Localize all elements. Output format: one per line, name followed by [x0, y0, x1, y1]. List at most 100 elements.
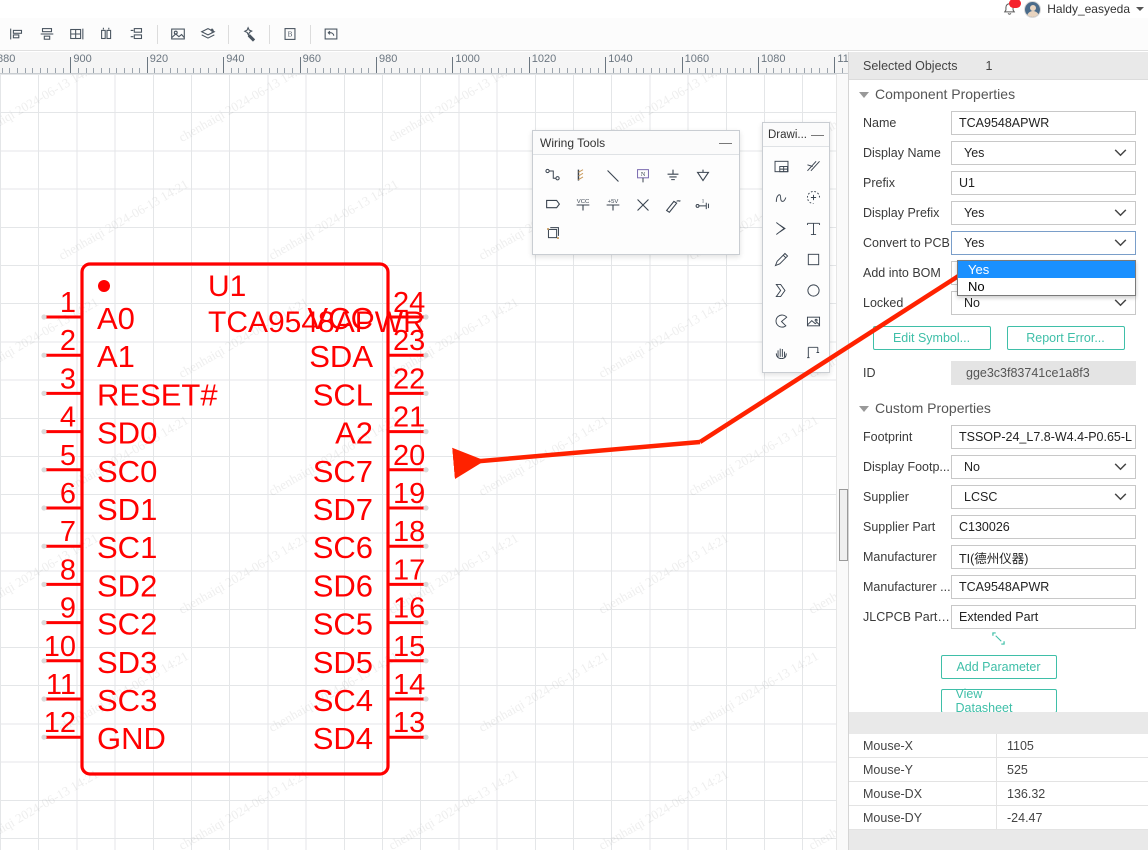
minimize-icon[interactable]: — [719, 136, 732, 149]
polyline-icon[interactable] [797, 151, 829, 182]
ruler-tick-minor [482, 68, 484, 73]
arc-icon[interactable] [797, 182, 829, 213]
property-label: Add into BOM [863, 266, 941, 280]
custom-property-value[interactable]: TI(德州仪器) [951, 545, 1136, 569]
canvas-vertical-scrollbar[interactable] [836, 74, 848, 850]
edit-symbol-button[interactable]: Edit Symbol... [872, 326, 991, 350]
collapse-triangle-icon[interactable] [859, 92, 869, 98]
add-parameter-button[interactable]: Add Parameter [940, 655, 1057, 679]
property-text: Yes [964, 146, 985, 160]
custom-property-value[interactable]: C130026 [951, 515, 1136, 539]
wiring-tools-header[interactable]: Wiring Tools — [533, 131, 739, 155]
wiring-tools-panel[interactable]: Wiring Tools — N VCC +5V 1 [532, 130, 740, 255]
dimension-icon[interactable] [797, 337, 829, 368]
ruler-tick-minor [116, 68, 118, 73]
wire-icon[interactable] [538, 161, 568, 190]
property-label: Locked [863, 296, 904, 310]
ruler-tick-minor [505, 68, 507, 73]
distribute-horizontal-icon[interactable] [92, 21, 122, 47]
polygon-open-icon[interactable] [765, 213, 797, 244]
custom-property-row: Manufacturer TI(德州仪器) [849, 542, 1148, 572]
sheet-symbol-icon[interactable] [538, 219, 568, 248]
distribute-vertical-icon[interactable] [122, 21, 152, 47]
image-insert-icon[interactable] [163, 21, 193, 47]
dropdown-option-no[interactable]: No [958, 278, 1135, 295]
avatar[interactable] [1024, 0, 1042, 18]
chevron-down-icon[interactable] [1114, 463, 1127, 471]
expand-icon[interactable] [992, 632, 1005, 645]
custom-property-label: Supplier [863, 490, 909, 504]
scrollbar-thumb[interactable] [839, 489, 848, 561]
pin-number-left: 2 [60, 325, 76, 357]
pie-icon[interactable] [765, 306, 797, 337]
ruler-tick-minor [735, 68, 737, 73]
line-icon[interactable] [598, 161, 628, 190]
bom-icon[interactable]: B [275, 21, 305, 47]
property-value[interactable]: Yes [951, 231, 1136, 255]
drawing-tools-panel[interactable]: Drawi... — [762, 122, 830, 373]
netflag-icon[interactable] [688, 161, 718, 190]
pin-label-right: SD4 [313, 721, 373, 756]
no-connect-icon[interactable] [628, 190, 658, 219]
ruler-tick-minor [582, 68, 584, 73]
minimize-icon[interactable]: — [811, 128, 824, 141]
property-value[interactable]: U1 [951, 171, 1136, 195]
property-value[interactable]: Yes [951, 141, 1136, 165]
custom-property-value[interactable]: TSSOP-24_L7.8-W4.4-P0.65-L [951, 425, 1136, 449]
netlabel-icon[interactable]: N [628, 161, 658, 190]
align-left-icon[interactable] [2, 21, 32, 47]
gnd-icon[interactable] [658, 161, 688, 190]
folder-back-icon[interactable] [316, 21, 346, 47]
horizontal-ruler[interactable]: 880 900 920 940 960 980 1000 1020 1040 1060 1080 11… [0, 52, 848, 74]
vcc-icon[interactable]: VCC [568, 190, 598, 219]
image-icon[interactable] [797, 306, 829, 337]
chevron-down-icon[interactable] [1114, 493, 1127, 501]
drawing-tools-header[interactable]: Drawi... — [763, 123, 829, 147]
convert-to-pcb-dropdown[interactable]: Yes No [957, 260, 1136, 296]
custom-property-value[interactable]: Extended Part [951, 605, 1136, 629]
rectangle-icon[interactable] [797, 244, 829, 275]
property-value[interactable]: TCA9548APWR [951, 111, 1136, 135]
plus5v-icon[interactable]: +5V [598, 190, 628, 219]
probe-icon[interactable] [658, 190, 688, 219]
align-grid-icon[interactable] [62, 21, 92, 47]
align-center-vertical-icon[interactable] [32, 21, 62, 47]
bell-icon[interactable] [1001, 0, 1022, 18]
dropdown-option-yes[interactable]: Yes [958, 261, 1135, 278]
magic-select-icon[interactable] [234, 21, 264, 47]
custom-properties-header[interactable]: Custom Properties [849, 394, 1148, 422]
pencil-icon[interactable] [765, 244, 797, 275]
text-icon[interactable] [797, 213, 829, 244]
circle-icon[interactable] [797, 275, 829, 306]
netport-icon[interactable] [538, 190, 568, 219]
pin-label-right: SCL [313, 377, 373, 412]
component-properties-header[interactable]: Component Properties [849, 80, 1148, 108]
mouse-coordinate-key: Mouse-DY [849, 806, 997, 829]
report-error-button[interactable]: Report Error... [1006, 326, 1125, 350]
ruler-tick-minor [475, 68, 477, 73]
pin-icon[interactable]: 1 [688, 190, 718, 219]
bus-icon[interactable] [568, 161, 598, 190]
toolbar-divider [269, 24, 270, 44]
user-area[interactable]: Haldy_easyeda [1001, 0, 1144, 18]
hand-icon[interactable] [765, 337, 797, 368]
custom-property-value[interactable]: TCA9548APWR [951, 575, 1136, 599]
ruler-tick-minor [712, 68, 714, 73]
custom-property-value[interactable]: No [951, 455, 1136, 479]
chevron-down-icon[interactable] [1114, 299, 1127, 307]
bezier-icon[interactable] [765, 182, 797, 213]
chevron-down-icon[interactable] [1136, 7, 1144, 11]
custom-property-value[interactable]: LCSC [951, 485, 1136, 509]
property-value[interactable]: Yes [951, 201, 1136, 225]
canvas-frame-icon[interactable] [765, 151, 797, 182]
arrow-shape-icon[interactable] [765, 275, 797, 306]
chevron-down-icon[interactable] [1114, 149, 1127, 157]
collapse-triangle-icon[interactable] [859, 406, 869, 412]
chevron-down-icon[interactable] [1114, 209, 1127, 217]
layers-export-icon[interactable] [193, 21, 223, 47]
view-datasheet-button[interactable]: View Datasheet [940, 687, 1057, 715]
id-value: gge3c3f83741ce1a8f3 [951, 361, 1136, 385]
chevron-down-icon[interactable] [1114, 239, 1127, 247]
custom-property-text: TI(德州仪器) [959, 551, 1029, 566]
pin-number-left: 5 [60, 440, 76, 472]
